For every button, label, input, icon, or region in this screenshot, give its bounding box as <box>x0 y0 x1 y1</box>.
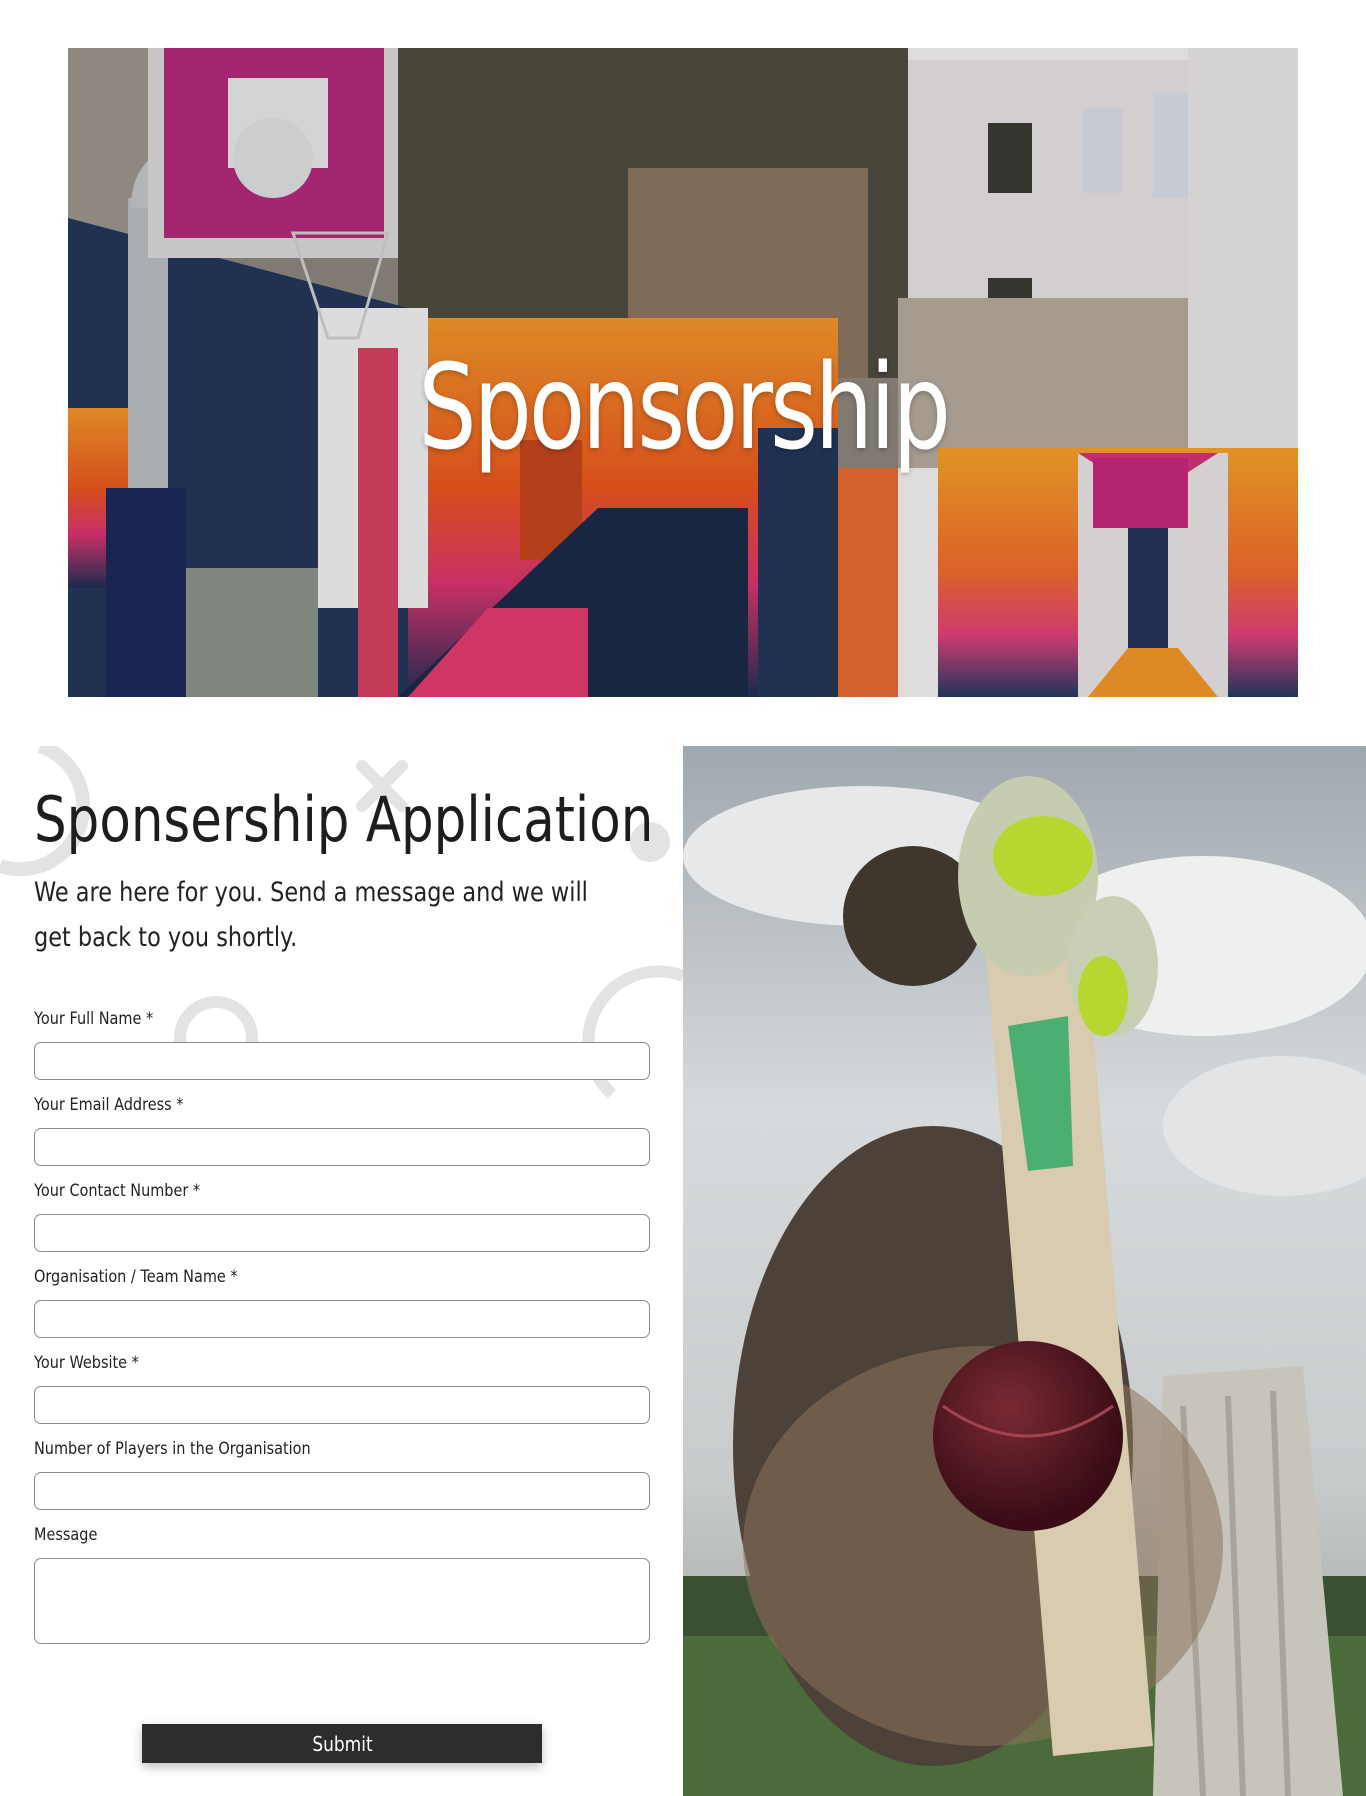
organisation-input[interactable] <box>34 1300 650 1338</box>
full-name-field: Your Full Name * <box>34 1008 650 1080</box>
organisation-label: Organisation / Team Name * <box>34 1267 238 1287</box>
message-label: Message <box>34 1525 98 1545</box>
message-field: Message <box>34 1524 650 1644</box>
contact-number-input[interactable] <box>34 1214 650 1252</box>
form-heading: Sponsership Application <box>34 783 654 856</box>
submit-button[interactable]: Submit <box>142 1724 542 1763</box>
full-name-label: Your Full Name * <box>34 1009 154 1029</box>
website-label: Your Website * <box>34 1353 139 1373</box>
contact-number-label: Your Contact Number * <box>34 1181 201 1201</box>
email-field: Your Email Address * <box>34 1094 650 1166</box>
message-textarea[interactable] <box>34 1558 650 1644</box>
cricket-batsman-image <box>683 746 1366 1796</box>
players-count-input[interactable] <box>34 1472 650 1510</box>
organisation-field: Organisation / Team Name * <box>34 1266 650 1338</box>
form-intro-text: We are here for you. Send a message and … <box>34 877 588 953</box>
players-count-field: Number of Players in the Organisation <box>34 1438 650 1510</box>
website-input[interactable] <box>34 1386 650 1424</box>
full-name-input[interactable] <box>34 1042 650 1080</box>
hero-banner: Sponsorship <box>68 48 1298 697</box>
contact-number-field: Your Contact Number * <box>34 1180 650 1252</box>
hero-title: Sponsorship <box>418 338 951 476</box>
sponsorship-form-section: Sponsership Application We are here for … <box>0 746 683 1796</box>
players-count-label: Number of Players in the Organisation <box>34 1439 311 1459</box>
email-input[interactable] <box>34 1128 650 1166</box>
email-label: Your Email Address * <box>34 1095 184 1115</box>
website-field: Your Website * <box>34 1352 650 1424</box>
side-image-panel <box>683 746 1366 1796</box>
submit-button-label: Submit <box>311 1731 373 1756</box>
